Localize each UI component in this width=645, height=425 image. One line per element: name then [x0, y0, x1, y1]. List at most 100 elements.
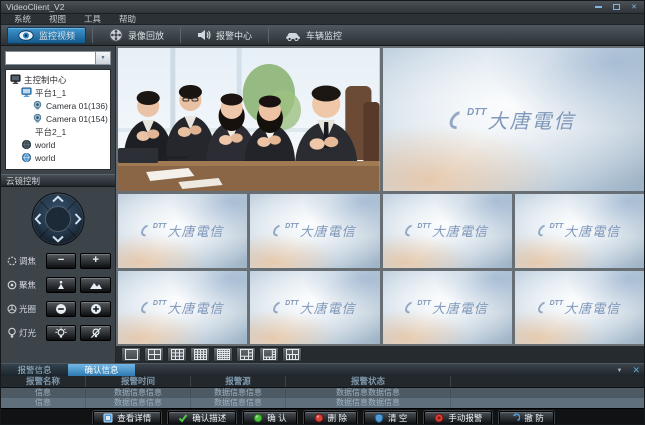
iris-open-button[interactable]: [80, 301, 111, 317]
tree-item-3[interactable]: Camera 01(154): [6, 112, 110, 125]
layout-25-button[interactable]: [213, 347, 233, 362]
alarm-row-0[interactable]: 信息数据信息信息数据信息信息数据信息数据信息: [1, 388, 645, 398]
toolbar-separator: [180, 28, 181, 43]
button-label: 确认描述: [192, 412, 226, 424]
tree-item-4[interactable]: 平台2_1: [6, 125, 110, 138]
video-cell-1[interactable]: DTT大唐電信: [383, 48, 645, 191]
watermark-prefix: DTT: [417, 223, 431, 230]
alarm-row-1[interactable]: 信息数据信息信息数据信息信息数据信息数据信息: [1, 398, 645, 408]
ptz-panel-header: 云镜控制: [1, 174, 115, 187]
ptz-row-1: 聚焦: [7, 276, 111, 294]
watermark-prefix: DTT: [285, 223, 299, 230]
video-cell-4[interactable]: DTT大唐電信: [383, 194, 512, 268]
car-icon: [285, 30, 301, 41]
dropdown-arrow-icon[interactable]: ▼: [96, 51, 111, 65]
tab-vehicle-monitor[interactable]: 车辆监控: [275, 27, 352, 44]
tree-item-6[interactable]: world: [6, 151, 110, 164]
video-cell-5[interactable]: DTT大唐電信: [515, 194, 644, 268]
datang-watermark: DTT大唐電信: [118, 194, 247, 268]
minimize-icon[interactable]: [591, 3, 605, 12]
toolbar-separator: [268, 28, 269, 43]
layout-8-button[interactable]: [259, 347, 279, 362]
layout-4-button[interactable]: [144, 347, 164, 362]
tree-item-0[interactable]: 主控制中心: [6, 73, 110, 86]
close-icon[interactable]: ✕: [627, 3, 641, 12]
watermark-name: 大唐電信: [300, 298, 356, 317]
tab-monitor-video[interactable]: 监控视频: [7, 27, 86, 44]
tree-item-5[interactable]: world: [6, 138, 110, 151]
tree-item-1[interactable]: 平台1_1: [6, 86, 110, 99]
device-dropdown-input[interactable]: [5, 51, 96, 65]
tab-label: 监控视频: [39, 29, 75, 42]
layout-16-button[interactable]: [190, 347, 210, 362]
menu-item-0[interactable]: 系统: [5, 13, 40, 25]
tree-item-label: world: [35, 153, 55, 163]
zoom-in-button[interactable]: +: [80, 253, 111, 269]
app-window: VideoClient_V2 ✕ 系统视图工具帮助 监控视频 录像回放 报警中心…: [0, 0, 645, 425]
datang-watermark: DTT大唐電信: [515, 194, 644, 268]
button-label: 手动报警: [448, 412, 482, 424]
focus-far-button[interactable]: [80, 277, 111, 293]
video-cell-3[interactable]: DTT大唐電信: [250, 194, 379, 268]
ptz-title: 云镜控制: [6, 176, 40, 186]
maximize-icon[interactable]: [609, 3, 623, 12]
speaker-icon: [197, 29, 211, 41]
tree-item-2[interactable]: Camera 01(136): [6, 99, 110, 112]
button-label: 查看详情: [117, 412, 151, 424]
tab-alarm-center[interactable]: 报警中心: [187, 27, 262, 44]
alarm-panel: 报警信息 确认信息 ▼ ✕ 报警名称报警时间报警源报警状态 信息数据信息信息数据…: [1, 363, 645, 425]
tree-item-label: 主控制中心: [24, 74, 67, 86]
collapse-panel-icon[interactable]: ▼: [617, 368, 623, 374]
alarm-panel-header: 报警信息 确认信息 ▼ ✕: [1, 363, 645, 376]
datang-watermark: DTT大唐電信: [250, 194, 379, 268]
confirm-description-button[interactable]: 确认描述: [168, 411, 236, 425]
layout-9-button[interactable]: [167, 347, 187, 362]
video-cell-0[interactable]: [118, 48, 380, 191]
crescent-icon: [535, 299, 550, 315]
window-title: VideoClient_V2: [6, 2, 64, 12]
menu-item-2[interactable]: 工具: [75, 13, 110, 25]
tab-alarm-info[interactable]: 报警信息: [1, 364, 68, 376]
menu-item-1[interactable]: 视图: [40, 13, 75, 25]
alarm-cell: [451, 388, 645, 398]
film-reel-icon: [109, 28, 123, 42]
delete-button[interactable]: 删 除: [304, 411, 357, 425]
alarm-cell: 数据信息数据信息: [286, 388, 451, 398]
iris-close-button[interactable]: [46, 301, 77, 317]
menu-item-3[interactable]: 帮助: [110, 13, 145, 25]
video-cell-7[interactable]: DTT大唐電信: [250, 271, 379, 345]
video-cell-6[interactable]: DTT大唐電信: [118, 271, 247, 345]
watermark-prefix: DTT: [285, 300, 299, 307]
confirm-button[interactable]: 确 认: [243, 411, 296, 425]
zoom-out-button[interactable]: −: [46, 253, 77, 269]
alarm-cell: 数据信息信息: [191, 388, 286, 398]
watermark-prefix: DTT: [417, 300, 431, 307]
manual-alarm-button[interactable]: 手动报警: [424, 411, 492, 425]
view-details-button[interactable]: 查看详情: [93, 411, 161, 425]
video-cell-2[interactable]: DTT大唐電信: [118, 194, 247, 268]
alarm-table-header: 报警名称报警时间报警源报警状态: [1, 376, 645, 388]
layout-6-button[interactable]: [236, 347, 256, 362]
datang-watermark: DTT大唐電信: [383, 194, 512, 268]
crescent-icon: [139, 223, 154, 239]
layout-10-button[interactable]: [282, 347, 302, 362]
ptz-dpad[interactable]: [31, 192, 85, 246]
tab-label: 报警中心: [216, 29, 252, 42]
light-on-button[interactable]: [46, 325, 77, 341]
alarm-cell: 数据信息信息: [86, 388, 191, 398]
clear-button[interactable]: 清 空: [364, 411, 417, 425]
watermark-name: 大唐電信: [564, 298, 620, 317]
nav-toolbar: 监控视频 录像回放 报警中心 车辆监控: [1, 25, 645, 46]
focus-near-button[interactable]: [46, 277, 77, 293]
disarm-button[interactable]: 撤 防: [499, 411, 553, 425]
alarm-close-icon[interactable]: ✕: [632, 365, 640, 376]
window-controls: ✕: [591, 3, 641, 12]
layout-1-button[interactable]: [121, 347, 141, 362]
video-cell-9[interactable]: DTT大唐電信: [515, 271, 644, 345]
tab-playback[interactable]: 录像回放: [99, 27, 174, 44]
ptz-row-0: 调焦−+: [7, 252, 111, 270]
device-dropdown[interactable]: ▼: [5, 51, 111, 65]
light-off-button[interactable]: [80, 325, 111, 341]
tab-confirm-info[interactable]: 确认信息: [68, 364, 135, 376]
video-cell-8[interactable]: DTT大唐電信: [383, 271, 512, 345]
